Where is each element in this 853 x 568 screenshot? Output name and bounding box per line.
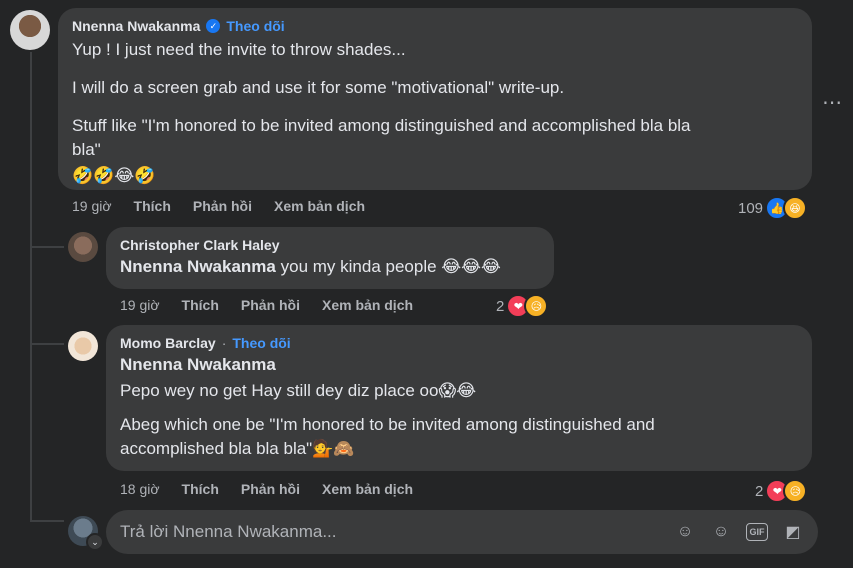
like-button[interactable]: Thích (182, 481, 219, 497)
comment-text-line: I will do a screen grab and use it for s… (72, 78, 565, 97)
thread-branch (30, 246, 64, 248)
avatar[interactable] (10, 10, 50, 50)
comment-actions: 19 giờ Thích Phản hồi Xem bản dịch (72, 198, 387, 214)
reply-bubble: Momo Barclay · Theo dõi Nnenna Nwakanma … (106, 325, 812, 471)
thread-branch (30, 520, 64, 522)
comment-emoji: 🤣🤣😂🤣 (72, 166, 156, 185)
haha-reaction-icon: 😆 (783, 196, 808, 220)
comment-text-line: Stuff like "I'm honored to be invited am… (72, 116, 691, 135)
chevron-down-icon[interactable]: ⌄ (86, 533, 104, 551)
reply-text: you my kinda people (275, 257, 442, 276)
comment-bubble: Nnenna Nwakanma ✓ Theo dõi Yup ! I just … (58, 8, 812, 190)
reply-bubble: Christopher Clark Haley Nnenna Nwakanma … (106, 227, 554, 289)
reply-text-line: accomplished bla bla bla" (120, 439, 313, 458)
translate-button[interactable]: Xem bản dịch (322, 297, 413, 313)
comment-text-line: bla" (72, 140, 101, 159)
reply-author[interactable]: Momo Barclay (120, 335, 216, 351)
follow-link[interactable]: Theo dõi (232, 335, 290, 351)
mention-link[interactable]: Nnenna Nwakanma (120, 353, 798, 377)
verified-badge-icon: ✓ (206, 19, 221, 33)
comment-author[interactable]: Nnenna Nwakanma (72, 18, 200, 34)
thread-line (30, 52, 32, 522)
timestamp[interactable]: 19 giờ (120, 297, 160, 313)
reaction-count: 2 (496, 297, 505, 315)
reaction-summary[interactable]: 2 ❤ 😥 (755, 479, 808, 503)
translate-button[interactable]: Xem bản dịch (322, 481, 413, 497)
reaction-count: 109 (738, 199, 764, 217)
follow-link[interactable]: Theo dõi (226, 18, 284, 34)
reply-text-line: Abeg which one be "I'm honored to be inv… (120, 415, 655, 434)
reply-input[interactable]: Trả lời Nnenna Nwakanma... ☺ ☺ GIF ◩ (106, 510, 818, 554)
reply-emoji: 💁🙈 (312, 439, 355, 458)
reply-button[interactable]: Phản hồi (241, 481, 300, 497)
avatar-sticker-icon[interactable]: ☺ (674, 521, 696, 543)
comment-text-line: Yup ! I just need the invite to throw sh… (72, 40, 406, 59)
reaction-count: 2 (755, 482, 764, 500)
sticker-icon[interactable]: ◩ (782, 521, 804, 543)
care-reaction-icon: 😥 (783, 479, 808, 503)
thread-branch (30, 343, 64, 345)
reply-emoji: 😂😂😂 (441, 257, 501, 276)
reply-button[interactable]: Phản hồi (241, 297, 300, 313)
reply-input-placeholder: Trả lời Nnenna Nwakanma... (120, 522, 337, 541)
reply-text-line: Pepo wey no get Hay still dey diz place … (120, 381, 439, 400)
avatar[interactable] (68, 232, 98, 262)
reply-emoji: 😱😂 (438, 381, 477, 400)
composer-tools: ☺ ☺ GIF ◩ (674, 521, 804, 543)
translate-button[interactable]: Xem bản dịch (274, 198, 365, 214)
separator: · (221, 335, 227, 351)
timestamp[interactable]: 18 giờ (120, 481, 160, 497)
care-reaction-icon: 😥 (524, 294, 549, 318)
reply-actions: 19 giờ Thích Phản hồi Xem bản dịch (120, 297, 435, 313)
reaction-summary[interactable]: 109 👍 😆 (738, 196, 808, 220)
reply-author[interactable]: Christopher Clark Haley (120, 237, 540, 253)
mention-link[interactable]: Nnenna Nwakanma (120, 257, 276, 276)
like-button[interactable]: Thích (134, 198, 171, 214)
reply-actions: 18 giờ Thích Phản hồi Xem bản dịch (120, 481, 435, 497)
reaction-summary[interactable]: 2 ❤ 😥 (496, 294, 549, 318)
avatar[interactable] (68, 331, 98, 361)
gif-icon[interactable]: GIF (746, 523, 768, 541)
more-options-icon[interactable]: ⋯ (822, 90, 843, 115)
like-button[interactable]: Thích (182, 297, 219, 313)
reply-button[interactable]: Phản hồi (193, 198, 252, 214)
emoji-icon[interactable]: ☺ (710, 521, 732, 543)
timestamp[interactable]: 19 giờ (72, 198, 112, 214)
